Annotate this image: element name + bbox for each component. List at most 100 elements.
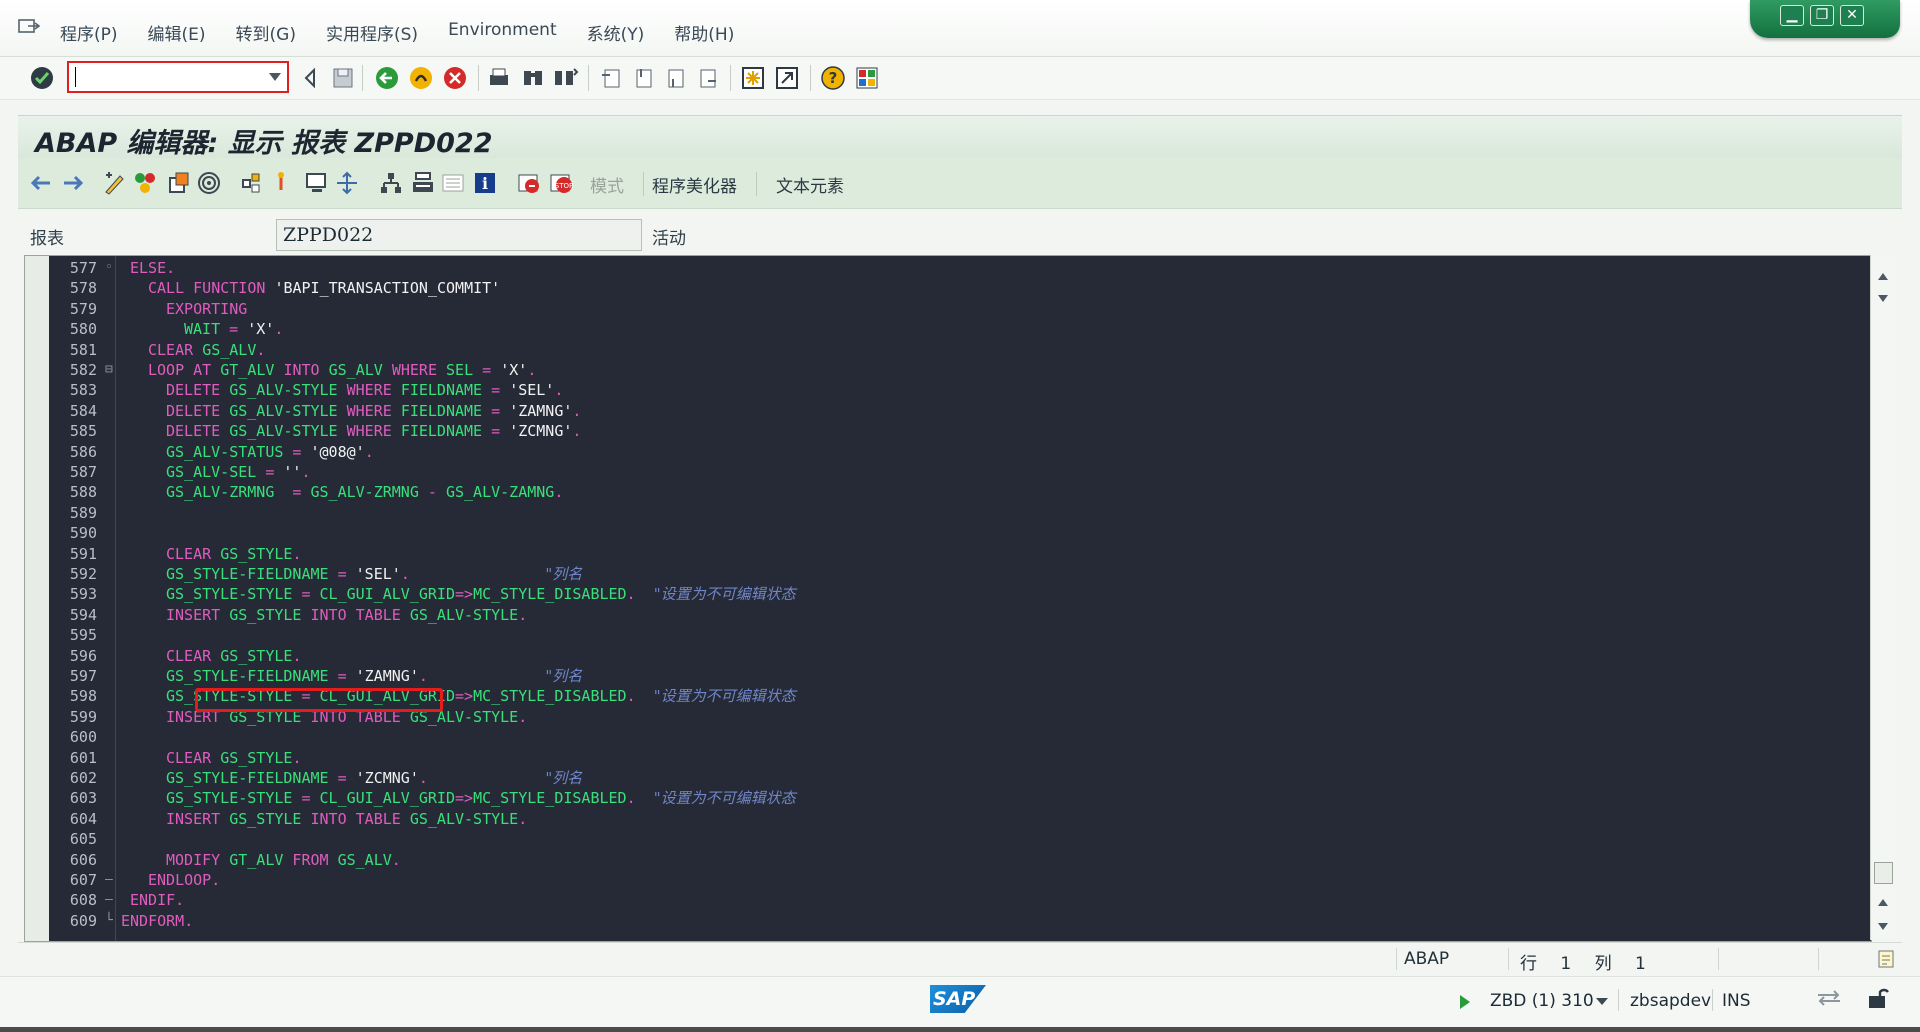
code-line[interactable]: DELETE GS_ALV-STYLE WHERE FIELDNAME = 'Z… [166, 421, 581, 441]
minimize-button[interactable]: ▁ [1780, 5, 1804, 26]
code-line[interactable]: CALL FUNCTION 'BAPI_TRANSACTION_COMMIT' [148, 278, 500, 298]
debug-stop-icon[interactable]: STOP [548, 170, 574, 196]
text-elements-button[interactable]: 文本元素 [776, 172, 844, 197]
code-line[interactable]: GS_ALV-SEL = ''. [166, 462, 311, 482]
exit-icon[interactable] [406, 63, 436, 93]
code-line[interactable]: LOOP AT GT_ALV INTO GS_ALV WHERE SEL = '… [148, 360, 536, 380]
code-line[interactable]: CLEAR GS_STYLE. [166, 544, 301, 564]
input-mode[interactable]: INS [1722, 991, 1751, 1011]
previous-page-icon[interactable] [628, 63, 658, 93]
hierarchy-icon[interactable] [378, 170, 404, 196]
shortcut-icon[interactable] [772, 63, 802, 93]
menu-item[interactable]: Environment [448, 20, 557, 45]
code-token: WAIT [184, 320, 221, 339]
code-editor[interactable]: 577 ◦ ELSE. 578 CALL FUNCTION 'BAPI_TRANSACT… [24, 255, 1872, 942]
code-line[interactable]: EXPORTING [166, 299, 247, 319]
find-next-icon[interactable] [550, 63, 580, 93]
code-line[interactable]: GS_STYLE-STYLE = CL_GUI_ALV_GRID=>MC_STY… [166, 584, 796, 604]
menu-item[interactable]: 转到(G) [236, 20, 296, 45]
stop-icon[interactable] [516, 170, 542, 196]
scroll-down-icon[interactable] [1878, 923, 1888, 930]
active-inactive-icon[interactable] [132, 170, 158, 196]
where-used-icon[interactable] [238, 170, 264, 196]
notes-icon[interactable] [1876, 949, 1896, 969]
code-line[interactable]: GS_STYLE-FIELDNAME = 'ZCMNG'. "列名 [166, 768, 582, 788]
object-list-icon[interactable] [334, 170, 360, 196]
code-line[interactable]: CLEAR GS_ALV. [148, 340, 265, 360]
enter-checkmark-icon[interactable] [27, 63, 57, 93]
code-token: . [400, 565, 546, 583]
navigation-window-icon[interactable] [304, 170, 330, 196]
layout-menu-icon[interactable] [852, 63, 882, 93]
line-number: 600 [69, 728, 97, 747]
cancel-icon[interactable] [440, 63, 470, 93]
lock-icon[interactable] [1866, 985, 1890, 1011]
code-line[interactable]: ENDIF. [130, 890, 184, 910]
mode-button[interactable]: 模式 [590, 172, 624, 197]
breakpoint-icon[interactable] [268, 170, 294, 196]
collapse-left-icon[interactable] [296, 63, 326, 93]
chevron-down-icon[interactable] [1596, 998, 1608, 1005]
pattern-icon[interactable] [410, 170, 436, 196]
code-line[interactable]: GS_ALV-ZRMNG = GS_ALV-ZRMNG - GS_ALV-ZAM… [166, 482, 563, 502]
code-line[interactable]: DELETE GS_ALV-STYLE WHERE FIELDNAME = 'Z… [166, 401, 581, 421]
pretty-printer-button[interactable]: 程序美化器 [652, 172, 737, 197]
code-line[interactable]: ELSE. [130, 258, 175, 278]
create-session-icon[interactable] [738, 63, 768, 93]
information-icon[interactable]: i [472, 170, 498, 196]
code-line[interactable]: INSERT GS_STYLE INTO TABLE GS_ALV-STYLE. [166, 605, 527, 625]
check-syntax-icon[interactable] [166, 170, 192, 196]
find-icon[interactable] [518, 63, 548, 93]
arrow-left-icon[interactable] [28, 170, 54, 196]
code-line[interactable]: CLEAR GS_STYLE. [166, 646, 301, 666]
menu-options-icon[interactable] [18, 18, 40, 36]
menu-item[interactable]: 系统(Y) [587, 20, 645, 45]
scroll-up-icon[interactable] [1878, 273, 1888, 280]
code-line[interactable]: GS_STYLE-FIELDNAME = 'ZAMNG'. "列名 [166, 666, 582, 686]
pretty-print-icon[interactable] [440, 170, 466, 196]
scroll-page-up-icon[interactable] [1878, 899, 1888, 906]
help-icon[interactable]: ? [818, 63, 848, 93]
menu-item[interactable]: 编辑(E) [148, 20, 206, 45]
print-icon[interactable] [484, 63, 514, 93]
menu-item[interactable]: 实用程序(S) [326, 20, 418, 45]
code-token: CLEAR [166, 646, 221, 665]
save-icon[interactable] [328, 63, 358, 93]
first-page-icon[interactable] [596, 63, 626, 93]
program-status: 活动 [652, 229, 686, 249]
code-line[interactable]: DELETE GS_ALV-STYLE WHERE FIELDNAME = 'S… [166, 380, 563, 400]
editor-margin [25, 256, 49, 941]
code-line[interactable]: GS_STYLE-FIELDNAME = 'SEL'. "列名 [166, 564, 582, 584]
back-icon[interactable] [372, 63, 402, 93]
chevron-down-icon[interactable] [269, 73, 281, 81]
close-button[interactable]: ✕ [1840, 5, 1864, 26]
last-page-icon[interactable] [692, 63, 722, 93]
menu-item[interactable]: 帮助(H) [674, 20, 734, 45]
code-token: GS_STYLE [220, 748, 293, 767]
code-line[interactable]: MODIFY GT_ALV FROM GS_ALV. [166, 850, 401, 870]
program-name-field[interactable]: ZPPD022 [276, 219, 642, 251]
vertical-scrollbar[interactable] [1870, 255, 1895, 940]
code-line[interactable]: ENDFORM. [121, 911, 193, 931]
fold-toggle-icon[interactable]: ⊟ [105, 360, 113, 380]
activate-icon[interactable] [196, 170, 222, 196]
play-icon[interactable] [1460, 995, 1470, 1009]
command-field[interactable] [67, 61, 289, 93]
code-line[interactable]: WAIT = 'X'. [184, 319, 283, 339]
command-input[interactable] [75, 67, 269, 87]
connection-icon[interactable] [1815, 987, 1843, 1009]
restore-button[interactable]: ❐ [1810, 5, 1834, 26]
code-token: WHERE [337, 422, 401, 441]
code-line[interactable]: ENDLOOP. [148, 870, 220, 890]
next-page-icon[interactable] [660, 63, 690, 93]
code-token: 'ZAMNG' [509, 401, 573, 420]
scroll-page-down-icon[interactable] [1878, 295, 1888, 302]
arrow-right-icon[interactable] [60, 170, 86, 196]
menu-item[interactable]: 程序(P) [60, 20, 118, 45]
code-line[interactable]: CLEAR GS_STYLE. [166, 748, 301, 768]
code-line[interactable]: GS_STYLE-STYLE = CL_GUI_ALV_GRID=>MC_STY… [166, 788, 796, 808]
code-line[interactable]: GS_ALV-STATUS = '@08@'. [166, 442, 374, 462]
code-line[interactable]: INSERT GS_STYLE INTO TABLE GS_ALV-STYLE. [166, 809, 527, 829]
scroll-thumb[interactable] [1874, 862, 1893, 884]
display-change-icon[interactable] [102, 170, 128, 196]
